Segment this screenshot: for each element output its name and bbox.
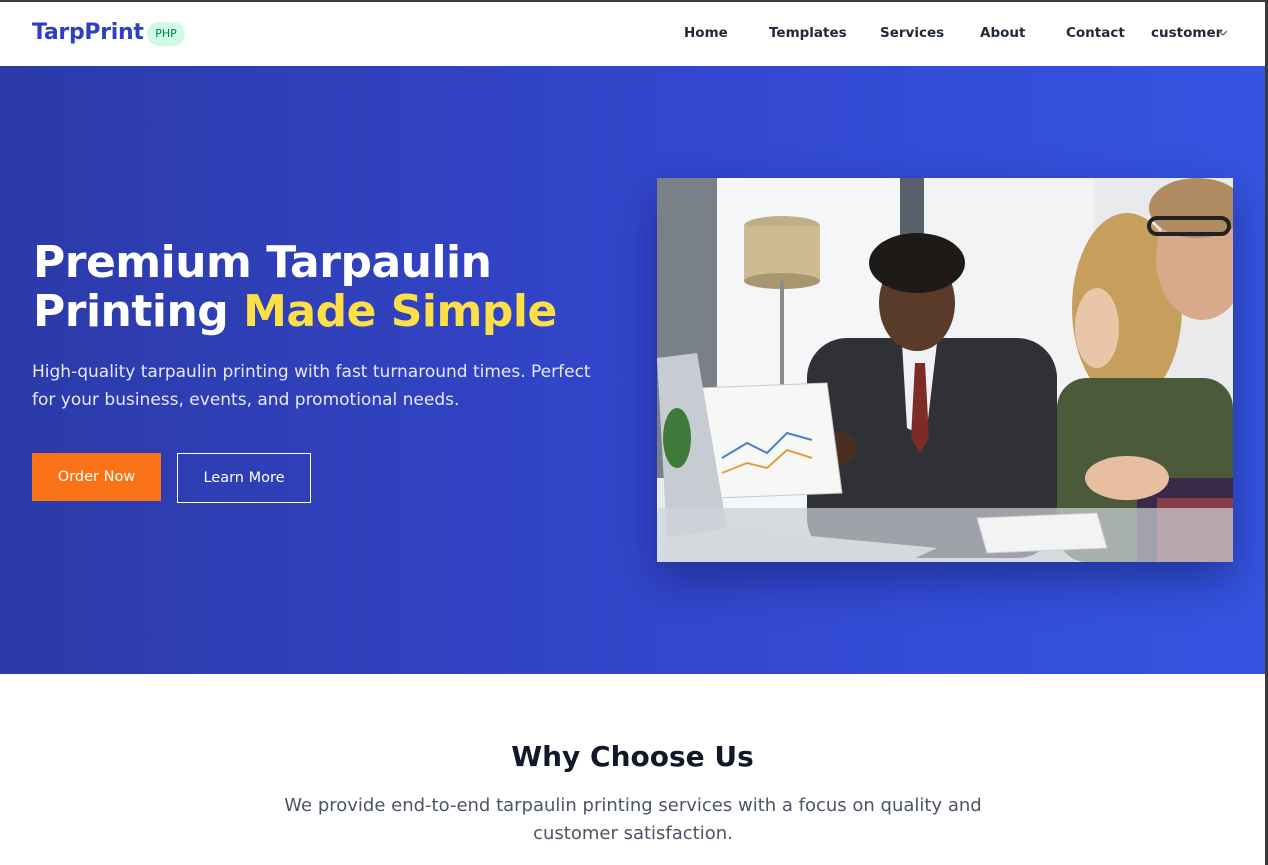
order-now-button[interactable]: Order Now bbox=[32, 453, 161, 501]
learn-more-button[interactable]: Learn More bbox=[177, 453, 311, 503]
nav-services[interactable]: Services bbox=[880, 25, 944, 41]
nav-about[interactable]: About bbox=[980, 25, 1025, 41]
hero-title-line2: Printing bbox=[33, 286, 244, 337]
nav-contact[interactable]: Contact bbox=[1066, 25, 1125, 41]
office-meeting-illustration bbox=[657, 178, 1233, 562]
php-badge: PHP bbox=[147, 22, 185, 46]
hero-title: Premium Tarpaulin Printing Made Simple bbox=[33, 238, 633, 336]
user-menu[interactable]: customer bbox=[1151, 25, 1222, 41]
hero-section: Premium Tarpaulin Printing Made Simple H… bbox=[0, 66, 1265, 674]
hero-subtitle: High-quality tarpaulin printing with fas… bbox=[32, 362, 591, 410]
nav-templates[interactable]: Templates bbox=[769, 25, 847, 41]
brand-logo[interactable]: TarpPrint bbox=[32, 20, 144, 45]
why-choose-us-description: We provide end-to-end tarpaulin printing… bbox=[284, 795, 982, 844]
navbar: TarpPrint PHP Home Templates Services Ab… bbox=[0, 2, 1265, 66]
why-choose-us-title: Why Choose Us bbox=[511, 740, 754, 773]
hero-title-accent: Made Simple bbox=[243, 286, 557, 337]
nav-home[interactable]: Home bbox=[684, 25, 728, 41]
chevron-down-icon[interactable] bbox=[1218, 28, 1228, 38]
hero-image bbox=[657, 178, 1233, 562]
hero-title-line1: Premium Tarpaulin bbox=[33, 237, 492, 288]
